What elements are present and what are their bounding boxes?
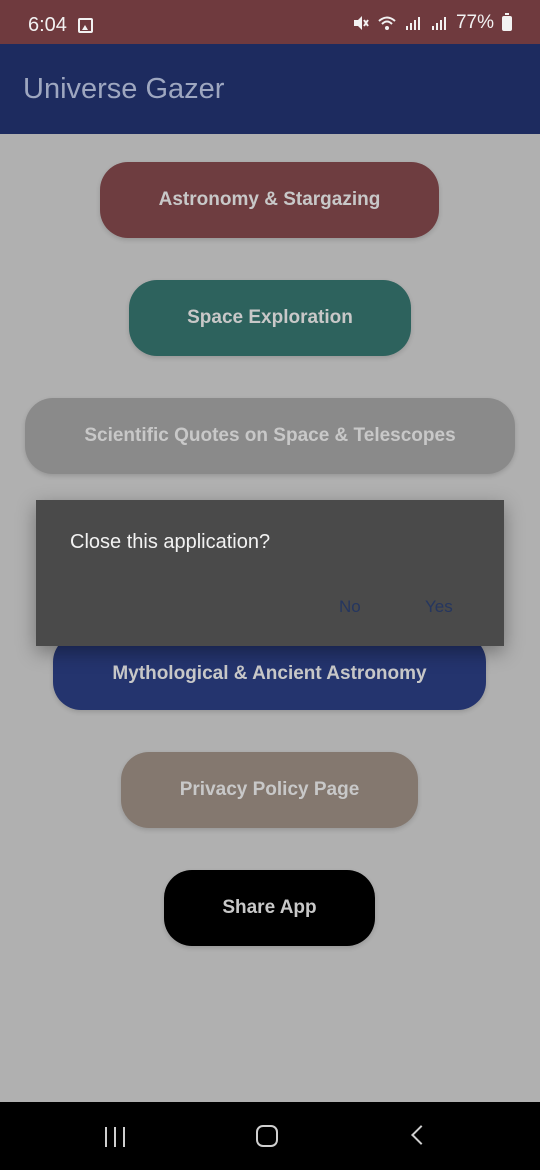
navigation-bar (0, 1102, 540, 1170)
scientific-quotes-button[interactable]: Scientific Quotes on Space & Telescopes (25, 398, 515, 474)
app-bar: Universe Gazer (0, 44, 540, 134)
status-icons: 77% (352, 12, 512, 34)
astronomy-stargazing-button[interactable]: Astronomy & Stargazing (100, 162, 439, 238)
app-title: Universe Gazer (23, 73, 225, 105)
astronomy-stargazing-label: Astronomy & Stargazing (158, 189, 381, 210)
wifi-icon (378, 16, 396, 30)
privacy-policy-button[interactable]: Privacy Policy Page (121, 752, 418, 828)
share-app-label: Share App (222, 897, 317, 918)
recent-apps-icon[interactable] (105, 1127, 127, 1147)
share-app-button[interactable]: Share App (164, 870, 375, 946)
dialog-yes-button[interactable]: Yes (425, 597, 453, 617)
space-exploration-label: Space Exploration (187, 307, 353, 328)
battery-percent: 77% (455, 12, 494, 33)
back-icon[interactable] (411, 1125, 431, 1145)
scientific-quotes-label: Scientific Quotes on Space & Telescopes (84, 425, 456, 446)
dialog-no-button[interactable]: No (339, 597, 361, 617)
signal-icon (405, 17, 420, 30)
mythological-astronomy-label: Mythological & Ancient Astronomy (112, 663, 427, 684)
battery-icon (502, 12, 512, 31)
home-icon[interactable] (256, 1125, 278, 1147)
close-app-dialog: Close this application? No Yes (36, 500, 504, 646)
space-exploration-button[interactable]: Space Exploration (129, 280, 411, 356)
image-icon (78, 18, 93, 33)
privacy-policy-label: Privacy Policy Page (179, 779, 360, 800)
signal-icon (431, 17, 446, 30)
dialog-message: Close this application? (70, 531, 271, 553)
status-time: 6:04 (28, 14, 67, 36)
mute-icon (353, 16, 369, 30)
status-bar: 6:04 77% (0, 0, 540, 44)
